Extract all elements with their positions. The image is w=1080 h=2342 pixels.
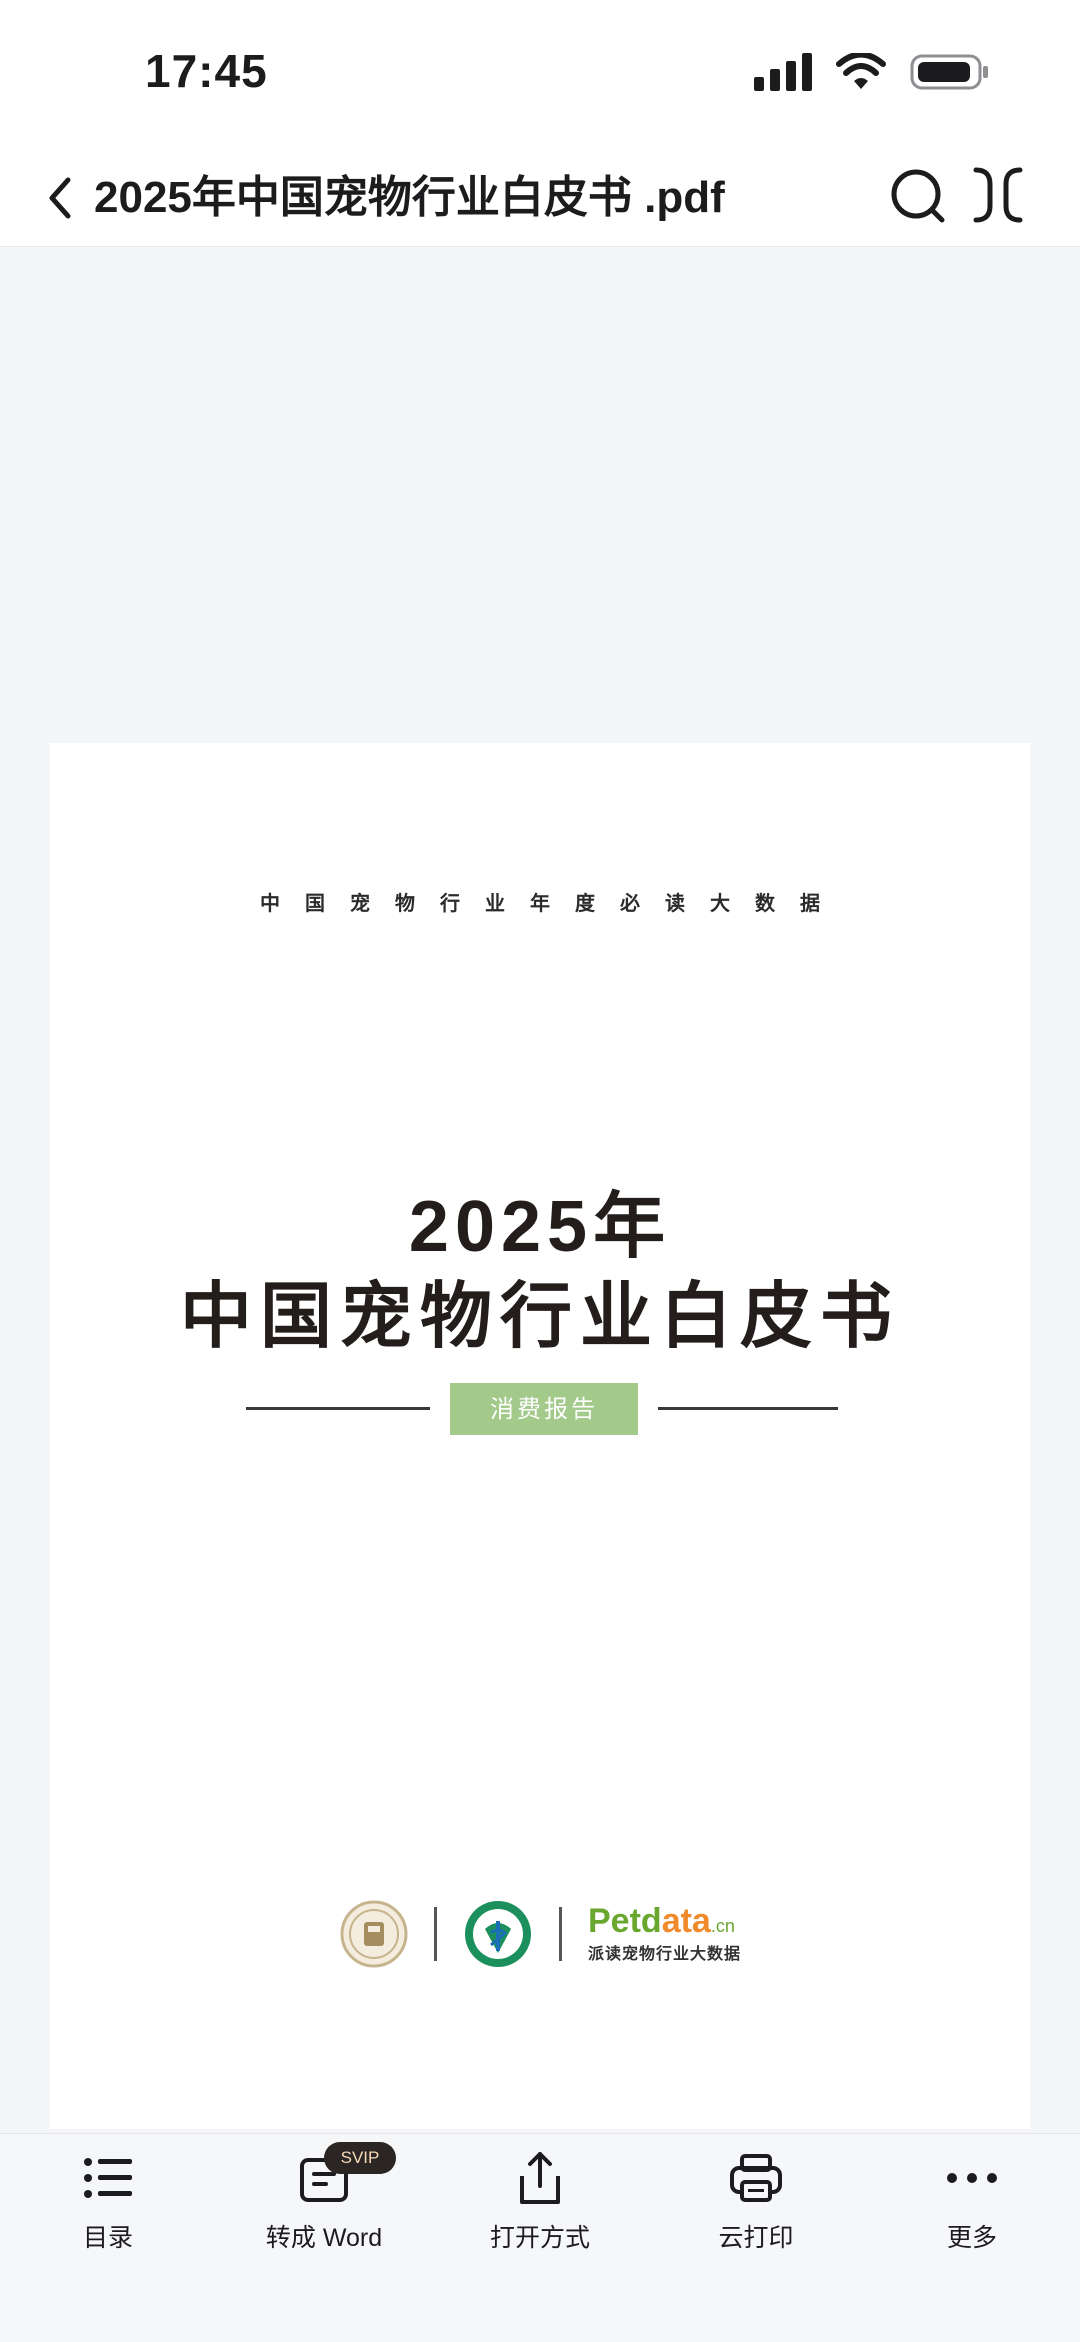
share-icon [520, 2152, 560, 2204]
cover-title: 中国宠物行业白皮书 [179, 1277, 900, 1357]
cloud-print-label: 云打印 [718, 2224, 794, 2252]
open-with-label: 打开方式 [489, 2224, 590, 2252]
cloud-print-button[interactable]: 云打印 [648, 2134, 864, 2274]
list-icon [84, 2158, 132, 2198]
open-with-button[interactable]: 打开方式 [432, 2134, 648, 2274]
pdf-page[interactable]: 中国宠物行业年度必读大数据 2025年 中国宠物行业白皮书 消费报告 Petda… [50, 743, 1030, 2129]
more-button[interactable]: 更多 [864, 2134, 1080, 2274]
divider-line-right [658, 1407, 838, 1410]
status-icons [754, 52, 990, 92]
logo-divider [434, 1907, 437, 1961]
toc-button[interactable]: 目录 [0, 2134, 216, 2274]
print-icon [730, 2154, 782, 2202]
cover-tagline: 中国宠物行业年度必读大数据 [260, 893, 845, 915]
divider-line-left [246, 1407, 430, 1410]
status-bar: 17:45 [0, 0, 1080, 150]
fullscreen-icon[interactable] [970, 164, 1026, 226]
cover-badge: 消费报告 [450, 1383, 638, 1435]
petdata-wordmark: Petdata.cn [588, 1901, 735, 1940]
document-title: 2025年中国宠物行业白皮书 .pdf [94, 173, 725, 222]
nav-bar: 2025年中国宠物行业白皮书 .pdf [0, 150, 1080, 247]
bottom-toolbar: 目录 转成 Word SVIP 打开方式 云打印 更多 [0, 2133, 1080, 2342]
logo-divider [559, 1907, 562, 1961]
veterinary-logo [465, 1901, 531, 1967]
back-icon[interactable] [40, 168, 80, 228]
more-label: 更多 [946, 2224, 997, 2252]
signal-icon [754, 53, 812, 91]
pdf-viewer[interactable]: 中国宠物行业年度必读大数据 2025年 中国宠物行业白皮书 消费报告 Petda… [0, 247, 1080, 2133]
more-icon [947, 2173, 997, 2183]
association-logo [340, 1900, 408, 1968]
cover-logos: Petdata.cn 派读宠物行业大数据 [340, 1899, 741, 1969]
wifi-icon [836, 53, 886, 89]
search-icon[interactable] [888, 162, 948, 228]
petdata-logo: Petdata.cn 派读宠物行业大数据 [588, 1903, 741, 1966]
convert-word-label: 转成 Word [265, 2224, 383, 2252]
toc-label: 目录 [82, 2224, 133, 2252]
petdata-subtitle: 派读宠物行业大数据 [588, 1945, 742, 1963]
status-time: 17:45 [145, 45, 268, 97]
battery-icon [910, 54, 988, 90]
svip-badge: SVIP [324, 2142, 396, 2174]
